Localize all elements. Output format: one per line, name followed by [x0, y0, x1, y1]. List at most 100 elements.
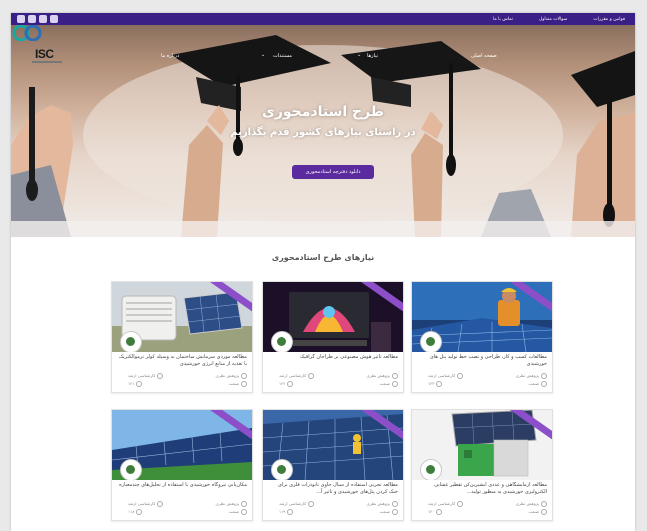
card-type: پژوهش نظری — [516, 373, 547, 379]
industry-icon — [392, 381, 398, 387]
nav-item-home[interactable]: صفحه اصلی — [471, 53, 497, 59]
card-level: کارشناسی ارشد — [128, 373, 164, 379]
research-icon — [392, 373, 398, 379]
top-bar: قوانین و مقررات سوالات متداول تماس با ما — [11, 13, 635, 25]
telegram-icon[interactable] — [17, 15, 25, 23]
card-title[interactable]: مکان‌یابی نیروگاه خورشیدی با استفاده از … — [117, 482, 247, 496]
need-card[interactable]: مطالعه تاثیر هوش مصنوعی بر طراحان گرافیک… — [262, 281, 404, 393]
page: قوانین و مقررات سوالات متداول تماس با ما — [11, 13, 635, 531]
top-link-terms[interactable]: قوانین و مقررات — [593, 17, 625, 22]
chevron-down-icon: ⌄ — [357, 52, 362, 58]
card-image — [112, 410, 252, 480]
need-card[interactable]: مطالعه تجربی استفاده از سیال حاوی نانوذر… — [262, 409, 404, 521]
card-type: پژوهش نظری — [216, 501, 247, 507]
card-sector: صنعت — [529, 509, 547, 515]
need-card[interactable]: مطالعه موردی سرمایش ساختمان به وسیله کول… — [111, 281, 253, 393]
degree-icon — [308, 373, 315, 379]
card-title[interactable]: مطالعه موردی سرمایش ساختمان به وسیله کول… — [117, 354, 247, 368]
hash-icon — [436, 381, 443, 387]
top-link-contact[interactable]: تماس با ما — [493, 17, 513, 22]
linkedin-icon[interactable] — [50, 15, 58, 23]
degree-icon — [157, 373, 164, 379]
hash-icon — [136, 509, 143, 515]
youtube-icon[interactable] — [39, 15, 47, 23]
card-emblem-icon — [120, 331, 142, 352]
card-image — [412, 410, 552, 480]
card-emblem-icon — [271, 331, 293, 352]
degree-icon — [157, 501, 164, 507]
card-meta: پژوهش نظری کارشناسی ارشد صنعت ۱۲۳ — [412, 373, 552, 391]
card-meta: پژوهش نظری کارشناسی ارشد صنعت ۱۱۸ — [112, 501, 252, 519]
hash-icon — [287, 381, 294, 387]
research-icon — [392, 501, 398, 507]
section-title: نیازهای طرح استادمحوری — [271, 253, 375, 262]
chevron-down-icon: ⌄ — [261, 52, 266, 58]
hash-icon — [136, 381, 143, 387]
hero-subtitle: در راستای نیازهای کشور قدم بگذاریم — [230, 127, 416, 138]
industry-icon — [392, 509, 398, 515]
card-number: ۱۲۲ — [279, 381, 294, 387]
degree-icon — [308, 501, 315, 507]
card-title[interactable]: مطالعات کسب و کار، طراحی و نصب خط تولید … — [417, 354, 547, 368]
nav-item-about[interactable]: درباره ما — [161, 53, 179, 59]
social-links — [17, 15, 58, 23]
research-icon — [241, 373, 247, 379]
card-level: کارشناسی ارشد — [128, 501, 164, 507]
card-type: پژوهش نظری — [367, 501, 398, 507]
site-logo-icon[interactable] — [11, 25, 45, 41]
top-link-faq[interactable]: سوالات متداول — [539, 17, 567, 22]
card-sector: صنعت — [229, 381, 247, 387]
industry-icon — [541, 509, 547, 515]
card-title[interactable]: مطالعه آزمایشگاهی و عددی آبشیرین‌کن تقطی… — [417, 482, 547, 496]
top-links: قوانین و مقررات سوالات متداول تماس با ما — [493, 13, 625, 25]
need-card[interactable]: مکان‌یابی نیروگاه خورشیدی با استفاده از … — [111, 409, 253, 521]
hero-banner: ISC صفحه اصلی نیازها ⌄ مستندات ⌄ درباره … — [11, 25, 635, 237]
card-type: پژوهش نظری — [216, 373, 247, 379]
nav-item-documents[interactable]: مستندات — [273, 53, 292, 59]
need-card[interactable]: مطالعه آزمایشگاهی و عددی آبشیرین‌کن تقطی… — [411, 409, 553, 521]
card-image — [263, 282, 403, 352]
card-meta: پژوهش نظری کارشناسی ارشد صنعت ۱۱۹ — [263, 501, 403, 519]
download-booklet-button[interactable]: دانلود دفترچه استادمحوری — [292, 165, 374, 179]
hero-title: طرح استادمحوری — [261, 104, 384, 120]
card-title[interactable]: مطالعه تاثیر هوش مصنوعی بر طراحان گرافیک — [268, 354, 398, 368]
card-title[interactable]: مطالعه تجربی استفاده از سیال حاوی نانوذر… — [268, 482, 398, 496]
card-meta: پژوهش نظری کارشناسی ارشد صنعت ۱۲۲ — [263, 373, 403, 391]
card-sector: صنعت — [529, 381, 547, 387]
isc-logo-underline — [32, 61, 62, 63]
card-level: کارشناسی ارشد — [279, 373, 315, 379]
card-image — [412, 282, 552, 352]
card-number: ۱۲۳ — [428, 381, 443, 387]
card-emblem-icon — [420, 331, 442, 352]
card-number: ۱۱۸ — [128, 509, 143, 515]
card-meta: پژوهش نظری کارشناسی ارشد صنعت ۱۲۰ — [412, 501, 552, 519]
card-meta: پژوهش نظری کارشناسی ارشد صنعت ۱۲۱ — [112, 373, 252, 391]
card-image — [263, 410, 403, 480]
research-icon — [541, 501, 547, 507]
research-icon — [241, 501, 247, 507]
card-level: کارشناسی ارشد — [428, 501, 464, 507]
need-card[interactable]: مطالعات کسب و کار، طراحی و نصب خط تولید … — [411, 281, 553, 393]
card-image — [112, 282, 252, 352]
card-number: ۱۱۹ — [279, 509, 294, 515]
card-type: پژوهش نظری — [367, 373, 398, 379]
nav-item-needs[interactable]: نیازها — [367, 53, 378, 59]
card-number: ۱۲۱ — [128, 381, 143, 387]
degree-icon — [457, 501, 464, 507]
card-sector: صنعت — [380, 381, 398, 387]
card-emblem-icon — [271, 459, 293, 480]
degree-icon — [457, 373, 464, 379]
card-emblem-icon — [120, 459, 142, 480]
card-sector: صنعت — [229, 509, 247, 515]
card-level: کارشناسی ارشد — [428, 373, 464, 379]
card-emblem-icon — [420, 459, 442, 480]
industry-icon — [241, 381, 247, 387]
card-sector: صنعت — [380, 509, 398, 515]
industry-icon — [241, 509, 247, 515]
card-type: پژوهش نظری — [516, 501, 547, 507]
isc-logo[interactable]: ISC — [35, 47, 54, 61]
hash-icon — [287, 509, 294, 515]
industry-icon — [541, 381, 547, 387]
instagram-icon[interactable] — [28, 15, 36, 23]
card-number: ۱۲۰ — [428, 509, 443, 515]
